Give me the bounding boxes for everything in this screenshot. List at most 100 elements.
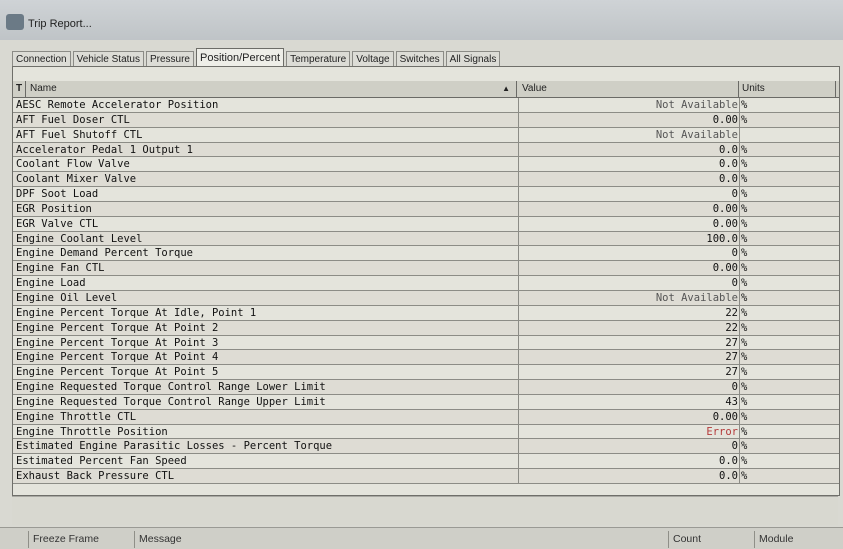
signal-units: % <box>739 350 836 365</box>
table-row[interactable]: Engine Percent Torque At Point 3 27% <box>13 335 839 351</box>
signal-name: Engine Requested Torque Control Range Up… <box>16 395 326 408</box>
status-message: Message <box>134 531 669 548</box>
table-row[interactable]: Engine Percent Torque At Point 2 22% <box>13 320 839 336</box>
table-row[interactable]: AFT Fuel Doser CTL 0.00% <box>13 112 839 128</box>
signal-value: 0.00 <box>518 201 739 216</box>
table-row[interactable]: Engine Throttle Position Error% <box>13 424 839 440</box>
column-header-value[interactable]: Value <box>518 81 739 97</box>
table-row[interactable]: Engine Percent Torque At Point 4 27% <box>13 350 839 366</box>
signal-value: 0.0 <box>518 454 739 469</box>
signal-name: Estimated Engine Parasitic Losses - Perc… <box>16 440 333 453</box>
table-row[interactable]: Estimated Percent Fan Speed 0.0% <box>13 454 839 470</box>
tab-pressure[interactable]: Pressure <box>145 51 194 67</box>
status-count: Count <box>668 531 753 548</box>
signal-units: % <box>739 98 836 112</box>
column-header-name[interactable]: Name ▲ <box>26 81 517 97</box>
table-row[interactable]: Engine Percent Torque At Idle, Point 1 22… <box>13 305 839 321</box>
signal-units <box>739 127 836 142</box>
signal-value: 0.0 <box>518 142 739 157</box>
table-row[interactable]: Engine Throttle CTL 0.00% <box>13 409 839 425</box>
signal-value: 43 <box>518 394 739 409</box>
table-row[interactable]: DPF Soot Load 0% <box>13 187 839 202</box>
signal-units: % <box>739 112 836 127</box>
signal-value: 0 <box>518 380 739 394</box>
column-header-name-label: Name <box>30 83 57 94</box>
tab-voltage[interactable]: Voltage <box>352 51 394 67</box>
signal-value: 0.0 <box>518 469 739 483</box>
signal-units: % <box>739 187 836 201</box>
signal-value: 0.00 <box>518 216 739 231</box>
signal-value: 0 <box>518 439 739 454</box>
table-row[interactable]: Coolant Flow Valve 0.0% <box>13 157 839 173</box>
table-row[interactable]: Accelerator Pedal 1 Output 1 0.0% <box>13 142 839 158</box>
signal-units: % <box>739 424 836 439</box>
table-row[interactable]: Engine Requested Torque Control Range Up… <box>13 394 839 410</box>
signal-value: Error <box>518 424 739 439</box>
signal-name: Engine Percent Torque At Idle, Point 1 <box>16 306 257 319</box>
signal-name: Engine Percent Torque At Point 2 <box>16 321 219 334</box>
signal-units: % <box>739 380 836 394</box>
tab-switches[interactable]: Switches <box>395 51 444 67</box>
signal-name: DPF Soot Load <box>16 188 99 201</box>
signal-units: % <box>739 246 836 261</box>
tab-all-signals[interactable]: All Signals <box>445 51 501 67</box>
table-row[interactable]: EGR Position 0.00% <box>13 201 839 217</box>
table-row[interactable]: Engine Fan CTL 0.00% <box>13 261 839 277</box>
tab-connection[interactable]: Connection <box>12 51 71 67</box>
signal-units: % <box>739 454 836 469</box>
table-row[interactable]: AFT Fuel Shutoff CTL Not Available <box>13 127 839 143</box>
signal-value: Not Available <box>518 98 739 112</box>
signal-units: % <box>739 439 836 454</box>
window-title: Trip Report... <box>28 18 92 30</box>
signal-value: 0 <box>518 246 739 261</box>
table-row[interactable]: EGR Valve CTL 0.00% <box>13 216 839 232</box>
signal-value: 22 <box>518 320 739 335</box>
signal-name: AFT Fuel Shutoff CTL <box>16 128 143 141</box>
signal-units: % <box>739 469 836 483</box>
signal-name: AFT Fuel Doser CTL <box>16 113 130 126</box>
signal-name: Estimated Percent Fan Speed <box>16 455 187 468</box>
signal-units: % <box>739 216 836 231</box>
table-row[interactable]: Exhaust Back Pressure CTL 0.0% <box>13 469 839 484</box>
app-icon <box>6 14 24 30</box>
status-bar: Freeze Frame Message Count Module <box>0 527 843 549</box>
signal-units: % <box>739 157 836 172</box>
title-bar: Trip Report... <box>0 0 843 40</box>
tab-strip: Connection Vehicle Status Pressure Posit… <box>12 47 502 67</box>
signal-name: Engine Throttle CTL <box>16 410 137 423</box>
signal-grid: T Name ▲ Value Units AESC Remote Acceler… <box>12 66 840 496</box>
table-row[interactable]: Coolant Mixer Valve 0.0% <box>13 172 839 188</box>
table-row[interactable]: Engine Demand Percent Torque 0% <box>13 246 839 262</box>
signal-units: % <box>739 365 836 380</box>
table-row[interactable]: Engine Requested Torque Control Range Lo… <box>13 380 839 395</box>
table-row[interactable]: Engine Coolant Level 100.0% <box>13 231 839 247</box>
signal-value: 27 <box>518 350 739 365</box>
signal-value: 100.0 <box>518 231 739 246</box>
tab-temperature[interactable]: Temperature <box>286 51 351 67</box>
status-module: Module <box>754 531 843 548</box>
sort-ascending-icon: ▲ <box>502 84 510 93</box>
table-row[interactable]: Estimated Engine Parasitic Losses - Perc… <box>13 439 839 455</box>
signal-units: % <box>739 231 836 246</box>
signal-name: Engine Percent Torque At Point 3 <box>16 336 219 349</box>
grid-header: T Name ▲ Value Units <box>13 81 839 98</box>
table-row[interactable]: Engine Oil Level Not Available% <box>13 290 839 306</box>
table-row[interactable]: AESC Remote Accelerator Position Not Avai… <box>13 98 839 113</box>
filter-icon[interactable]: T <box>13 81 26 97</box>
signal-name: AESC Remote Accelerator Position <box>16 99 219 111</box>
tab-position-percent[interactable]: Position/Percent <box>195 48 285 67</box>
signal-units: % <box>739 305 836 320</box>
tab-vehicle-status[interactable]: Vehicle Status <box>72 51 144 67</box>
signal-value: Not Available <box>518 127 739 142</box>
signal-units: % <box>739 335 836 350</box>
signal-value: 0.00 <box>518 112 739 127</box>
signal-units: % <box>739 142 836 157</box>
signal-name: Accelerator Pedal 1 Output 1 <box>16 143 194 156</box>
table-row[interactable]: Engine Load 0% <box>13 276 839 291</box>
table-row[interactable]: Engine Percent Torque At Point 5 27% <box>13 365 839 381</box>
column-header-units[interactable]: Units <box>740 81 836 97</box>
signal-name: Engine Demand Percent Torque <box>16 247 194 260</box>
signal-value: 0.0 <box>518 172 739 187</box>
signal-value: 0 <box>518 276 739 290</box>
signal-units: % <box>739 276 836 290</box>
